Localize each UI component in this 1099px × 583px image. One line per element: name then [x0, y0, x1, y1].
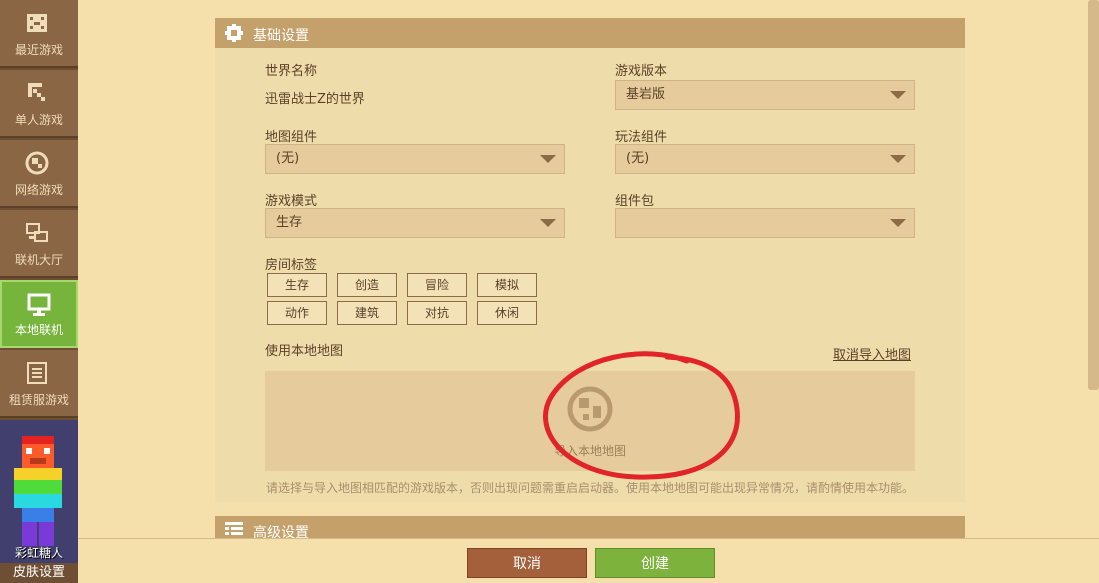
import-hint-text: 请选择与导入地图相匹配的游戏版本，否则出现问题需重启启动器。使用本地地图可能出现…	[266, 481, 915, 495]
sidebar-item-label: 单人游戏	[14, 113, 63, 127]
play-component-select[interactable]: (无)	[615, 144, 915, 174]
skin-name: 彩虹糖人	[14, 546, 63, 560]
local-map-label: 使用本地地图	[265, 344, 344, 359]
game-mode-value: 生存	[276, 215, 303, 230]
red-circle-annotation	[543, 351, 740, 480]
gamepad-icon	[27, 14, 47, 32]
globe-icon	[25, 151, 49, 175]
world-name-label: 世界名称	[265, 64, 318, 79]
game-version-select[interactable]: 基岩版	[615, 80, 915, 110]
basic-settings-panel: 基础设置 世界名称 迅雷战士Z的世界 游戏版本 基岩版 地图组件 (无) 玩法组…	[215, 18, 965, 502]
scrollbar[interactable]	[1088, 0, 1099, 390]
chevron-down-icon	[890, 155, 906, 163]
room-tag[interactable]: 休闲	[477, 301, 537, 325]
cancel-button[interactable]: 取消	[467, 548, 587, 578]
skin-panel[interactable]: 彩虹糖人 皮肤设置	[0, 420, 78, 583]
basic-settings-title: 基础设置	[253, 28, 309, 44]
room-tag[interactable]: 动作	[267, 301, 327, 325]
room-tag[interactable]: 对抗	[407, 301, 467, 325]
monitor-icon	[27, 293, 51, 316]
room-tag[interactable]: 建筑	[337, 301, 397, 325]
play-component-label: 玩法组件	[615, 130, 668, 145]
cancel-import-map-link[interactable]: 取消导入地图	[833, 344, 911, 363]
sidebar-item-single-player[interactable]: 单人游戏	[0, 70, 78, 138]
room-tags-label: 房间标签	[265, 258, 318, 273]
basic-settings-header[interactable]: 基础设置	[215, 18, 965, 48]
sidebar-item-label: 联机大厅	[14, 253, 63, 267]
world-name-value[interactable]: 迅雷战士Z的世界	[265, 88, 365, 107]
sidebar-item-lobby[interactable]: 联机大厅	[0, 210, 78, 278]
sidebar-item-label: 最近游戏	[14, 43, 63, 57]
chevron-down-icon	[540, 155, 556, 163]
chevron-down-icon	[540, 219, 556, 227]
game-mode-label: 游戏模式	[265, 194, 318, 209]
room-tag[interactable]: 创造	[337, 273, 397, 297]
component-pack-label: 组件包	[615, 194, 655, 209]
sidebar-item-recent-games[interactable]: 最近游戏	[0, 0, 78, 68]
skin-avatar	[14, 436, 62, 546]
sidebar-item-rental-server[interactable]: 租赁服游戏	[0, 350, 78, 418]
sidebar-item-online-games[interactable]: 网络游戏	[0, 140, 78, 208]
component-pack-select[interactable]	[615, 208, 915, 238]
chevron-down-icon	[890, 219, 906, 227]
skin-settings-button[interactable]: 皮肤设置	[0, 563, 78, 583]
sidebar-item-label: 本地联机	[14, 323, 63, 337]
import-map-dropzone[interactable]: 导入本地地图	[265, 351, 915, 480]
advanced-settings-header[interactable]: 高级设置	[215, 516, 965, 540]
chevron-down-icon	[890, 91, 906, 99]
sidebar-item-label: 网络游戏	[14, 183, 63, 197]
game-version-value: 基岩版	[626, 87, 666, 102]
map-component-label: 地图组件	[265, 130, 318, 145]
room-tag[interactable]: 模拟	[477, 273, 537, 297]
sidebar: 最近游戏 单人游戏 网络游戏 联机大厅 本地联机 租赁服游戏 彩虹糖人 皮肤设置	[0, 0, 78, 583]
game-version-label: 游戏版本	[615, 64, 668, 79]
pickaxe-icon	[28, 83, 45, 101]
play-component-value: (无)	[626, 151, 650, 166]
sidebar-item-local-multiplayer[interactable]: 本地联机	[0, 280, 78, 348]
room-tag[interactable]: 冒险	[407, 273, 467, 297]
footer: 取消 创建	[78, 538, 1099, 583]
gear-icon	[225, 24, 243, 42]
network-icon	[26, 223, 48, 242]
create-button[interactable]: 创建	[595, 548, 715, 578]
map-component-select[interactable]: (无)	[265, 144, 565, 174]
map-component-value: (无)	[276, 151, 300, 166]
sidebar-item-label: 租赁服游戏	[8, 393, 69, 407]
list-icon	[225, 522, 243, 535]
room-tag[interactable]: 生存	[267, 273, 327, 297]
game-mode-select[interactable]: 生存	[265, 208, 565, 238]
server-list-icon	[27, 362, 47, 384]
